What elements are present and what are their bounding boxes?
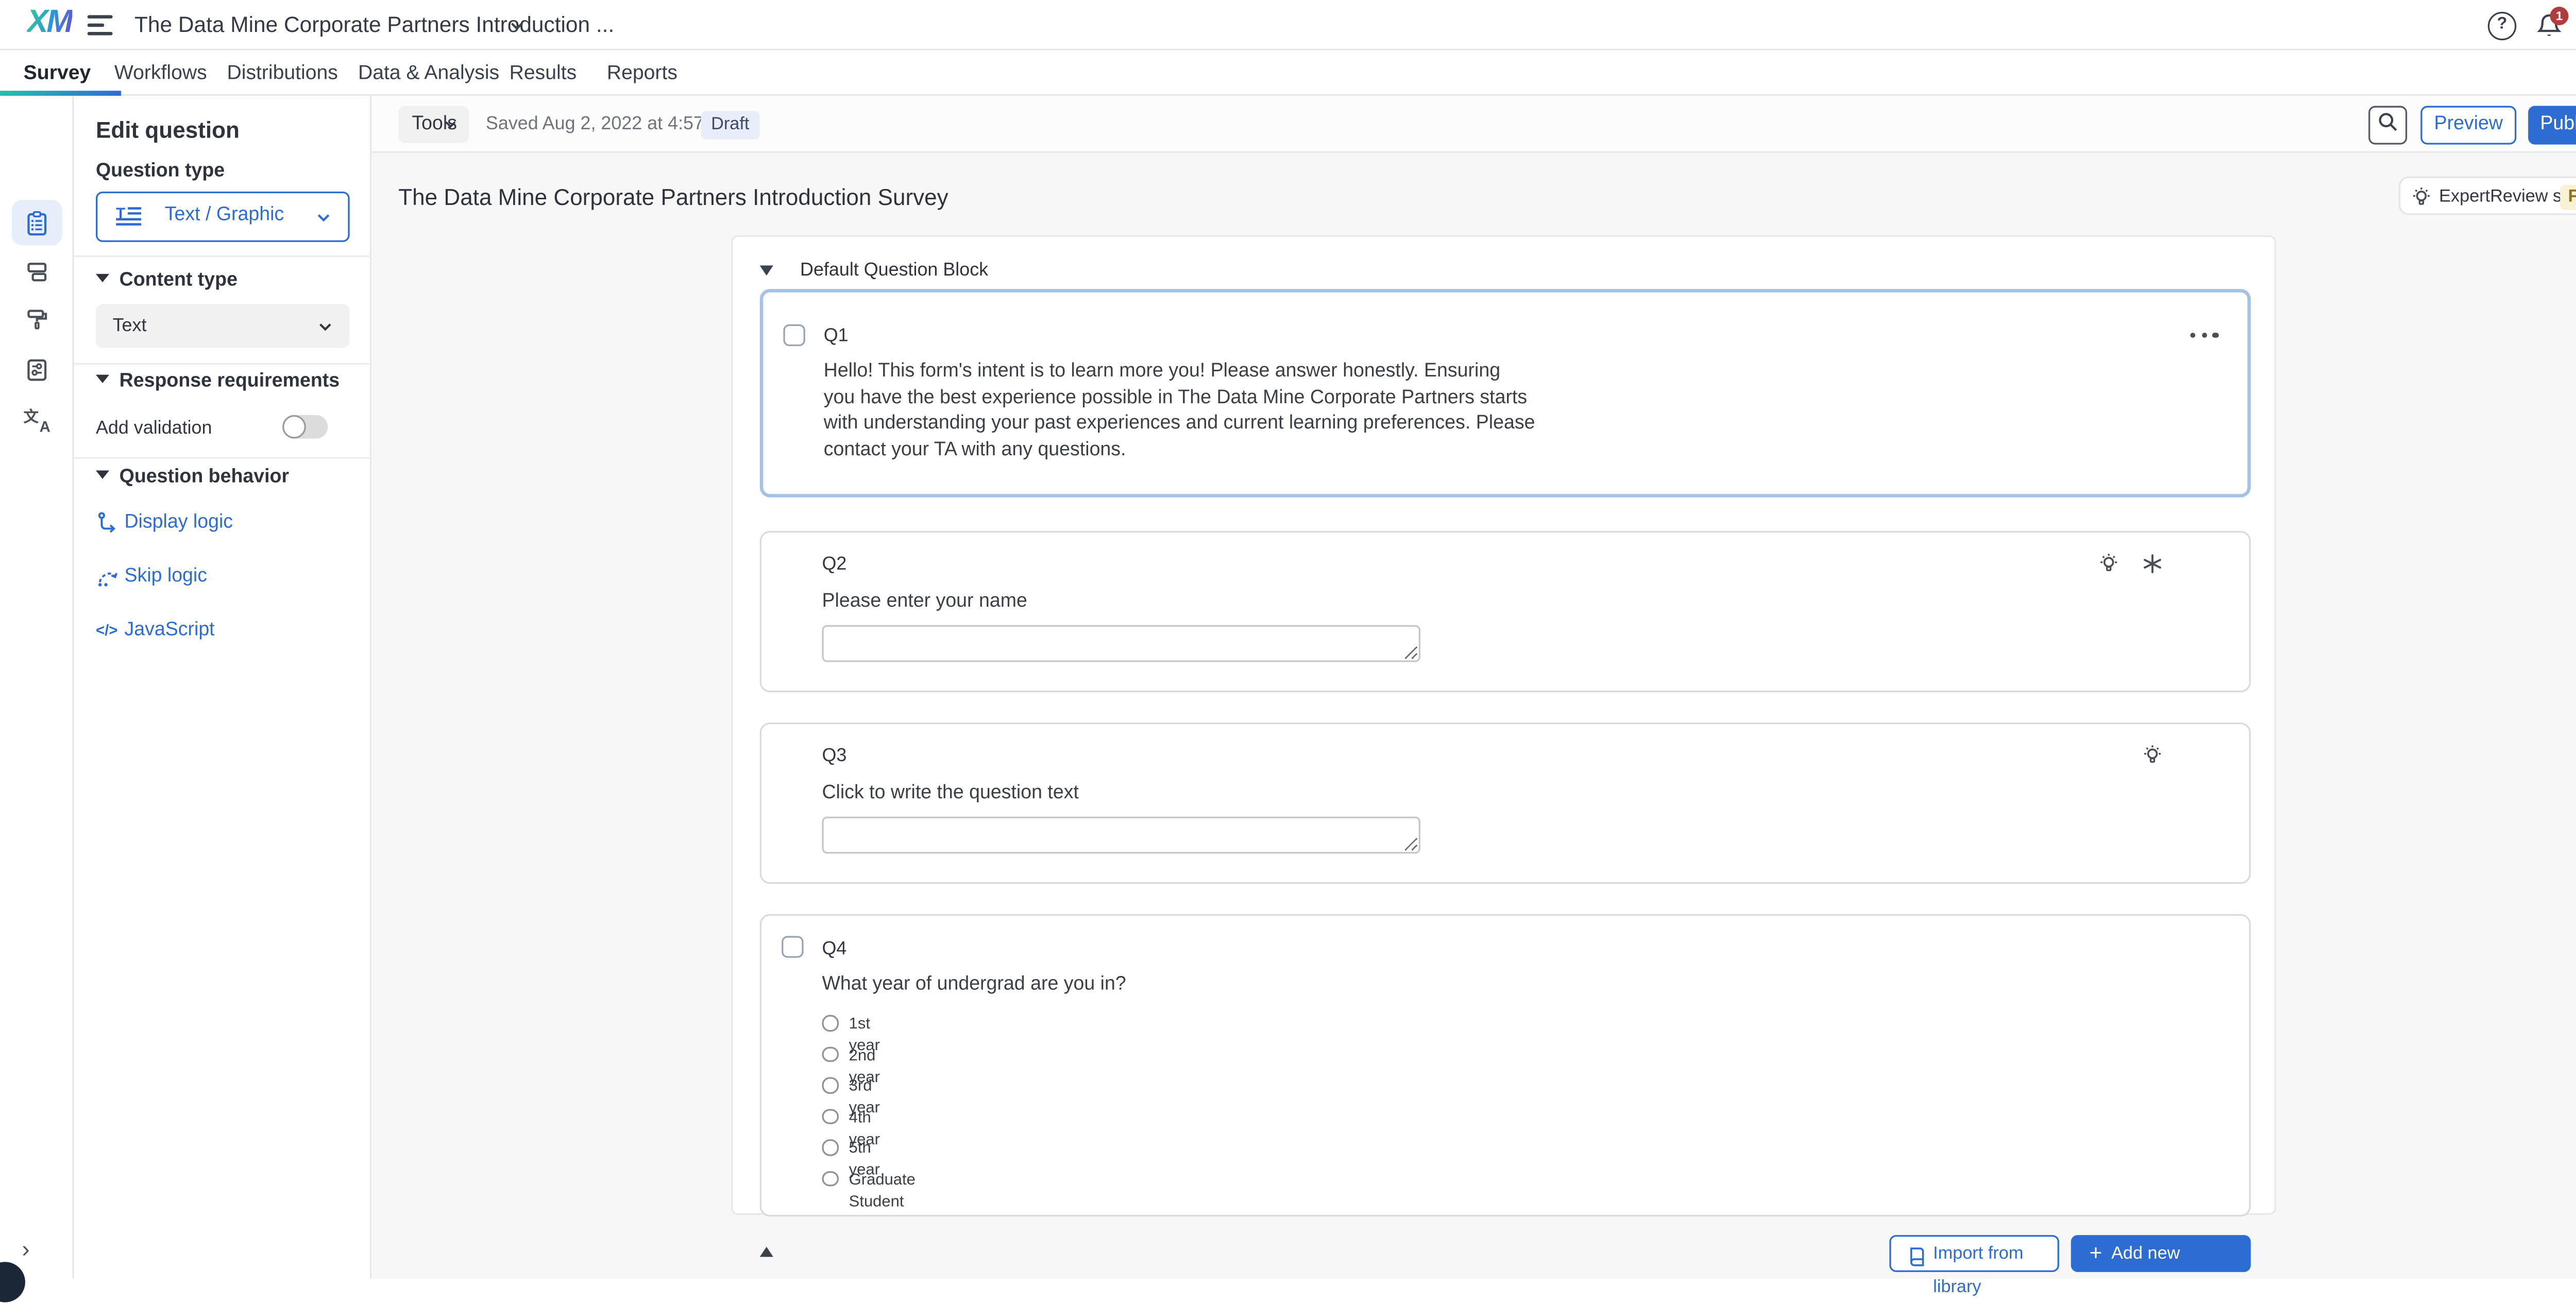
javascript-link[interactable]: </> JavaScript xyxy=(96,619,365,642)
add-new-question-button[interactable]: + Add new question xyxy=(2071,1235,2251,1272)
add-validation-label: Add validation xyxy=(96,418,212,438)
question-type-value: Text / Graphic xyxy=(165,193,284,238)
primary-nav-tabs: Survey Workflows Distributions Data & An… xyxy=(0,50,2576,96)
question-id: Q1 xyxy=(824,326,849,346)
expert-review-label: ExpertReview score xyxy=(2439,178,2576,217)
question-text[interactable]: Click to write the question text xyxy=(822,781,1078,808)
survey-options-icon xyxy=(24,355,50,382)
question-id: Q4 xyxy=(822,939,846,959)
content-type-section-header[interactable]: Content type xyxy=(96,270,238,290)
question-menu-ellipsis-icon[interactable] xyxy=(2190,333,2218,338)
block-title[interactable]: Default Question Block xyxy=(800,261,988,281)
response-requirements-section-header[interactable]: Response requirements xyxy=(96,371,340,391)
next-block-caret-icon[interactable] xyxy=(760,1247,773,1257)
translate-icon: 文 A xyxy=(24,406,50,433)
display-logic-link[interactable]: Display logic xyxy=(96,511,365,535)
xm-logo[interactable]: XM xyxy=(27,5,71,42)
tab-results[interactable]: Results xyxy=(510,50,577,96)
chevron-down-icon[interactable] xyxy=(510,19,524,33)
status-badge: Draft xyxy=(701,111,759,139)
rail-translations-button[interactable]: 文 A xyxy=(12,397,62,442)
tools-dropdown[interactable]: Tools xyxy=(398,106,469,143)
question-id: Q2 xyxy=(822,555,846,575)
question-card-q4[interactable]: Q4 What year of undergrad are you in? 1s… xyxy=(760,914,2251,1216)
chevron-down-icon xyxy=(318,319,333,334)
question-block: Default Question Block Q1 Hello! This fo… xyxy=(731,235,2276,1215)
lightbulb-icon xyxy=(2411,186,2432,208)
content-type-dropdown[interactable]: Text xyxy=(96,304,350,348)
survey-flow-icon xyxy=(24,258,50,285)
rail-survey-options-button[interactable] xyxy=(12,346,62,391)
paint-roller-icon xyxy=(24,305,50,332)
qualtrics-survey-editor: XM The Data Mine Corporate Partners Intr… xyxy=(0,0,2576,1279)
question-card-q2[interactable]: Q2 Please enter your name xyxy=(760,531,2251,692)
plus-icon: + xyxy=(2090,1237,2103,1270)
tab-reports[interactable]: Reports xyxy=(607,50,677,96)
block-collapse-caret-icon[interactable] xyxy=(760,266,773,276)
question-type-dropdown[interactable]: T Text / Graphic xyxy=(96,192,350,242)
last-saved-status: Saved Aug 2, 2022 at 4:57 PM xyxy=(486,96,737,153)
lightbulb-icon[interactable] xyxy=(2098,553,2120,574)
survey-canvas-area: Tools Saved Aug 2, 2022 at 4:57 PM Draft… xyxy=(371,96,2576,1279)
hamburger-menu-icon[interactable] xyxy=(88,15,113,35)
javascript-icon: </> xyxy=(96,619,120,642)
radio-button[interactable] xyxy=(822,1170,838,1186)
panel-title: Edit question xyxy=(96,117,240,143)
tab-survey[interactable]: Survey xyxy=(24,50,91,96)
top-bar: XM The Data Mine Corporate Partners Intr… xyxy=(0,0,2576,50)
question-checkbox[interactable] xyxy=(783,324,805,346)
tab-data-analysis[interactable]: Data & Analysis xyxy=(358,50,499,96)
radio-button[interactable] xyxy=(822,1046,838,1062)
survey-name-breadcrumb[interactable]: The Data Mine Corporate Partners Introdu… xyxy=(134,0,614,50)
answer-textarea[interactable] xyxy=(822,625,1420,662)
question-text[interactable]: Please enter your name xyxy=(822,590,1027,616)
publish-button[interactable]: Publish xyxy=(2528,106,2576,145)
expand-rail-chevron-icon[interactable]: › xyxy=(22,1235,29,1262)
tab-distributions[interactable]: Distributions xyxy=(227,50,337,96)
editor-toolbar: Tools Saved Aug 2, 2022 at 4:57 PM Draft… xyxy=(371,96,2576,153)
lightbulb-icon[interactable] xyxy=(2142,744,2163,766)
expert-review-pill[interactable]: ExpertReview score Fair xyxy=(2399,177,2576,215)
left-icon-rail: 文 A › xyxy=(0,96,74,1279)
add-validation-toggle[interactable] xyxy=(282,415,328,439)
survey-builder-icon xyxy=(24,209,50,236)
survey-title[interactable]: The Data Mine Corporate Partners Introdu… xyxy=(398,185,948,210)
skip-logic-icon xyxy=(96,564,120,588)
answer-textarea[interactable] xyxy=(822,817,1420,854)
question-type-label: Question type xyxy=(96,161,225,181)
skip-logic-link[interactable]: Skip logic xyxy=(96,564,365,588)
book-icon xyxy=(1906,1244,1926,1264)
help-icon[interactable]: ? xyxy=(2488,12,2516,40)
rail-survey-builder-button[interactable] xyxy=(12,200,62,245)
question-card-q1[interactable]: Q1 Hello! This form's intent is to learn… xyxy=(760,289,2251,497)
edit-question-panel: Edit question Question type T Text / Gra… xyxy=(74,96,371,1279)
rail-look-and-feel-button[interactable] xyxy=(12,296,62,341)
question-id: Q3 xyxy=(822,746,846,766)
rail-survey-flow-button[interactable] xyxy=(12,249,62,294)
search-button[interactable] xyxy=(2368,106,2407,145)
question-checkbox[interactable] xyxy=(782,936,803,957)
radio-button[interactable] xyxy=(822,1077,838,1093)
asterisk-icon[interactable] xyxy=(2142,553,2163,574)
radio-button[interactable] xyxy=(822,1108,838,1124)
tab-workflows[interactable]: Workflows xyxy=(114,50,207,96)
radio-button[interactable] xyxy=(822,1139,838,1155)
question-text[interactable]: What year of undergrad are you in? xyxy=(822,973,1126,999)
expert-review-score-badge: Fair xyxy=(2560,185,2576,210)
chevron-down-icon xyxy=(316,210,331,225)
question-behavior-section-header[interactable]: Question behavior xyxy=(96,467,289,487)
import-from-library-button[interactable]: Import from library xyxy=(1889,1235,2059,1272)
question-card-q3[interactable]: Q3 Click to write the question text xyxy=(760,723,2251,884)
text-graphic-icon: T xyxy=(116,205,143,235)
search-icon xyxy=(2377,110,2398,141)
chevron-down-icon xyxy=(444,117,459,132)
question-text[interactable]: Hello! This form's intent is to learn mo… xyxy=(824,359,1536,464)
active-tab-underline xyxy=(0,91,121,96)
radio-button[interactable] xyxy=(822,1015,838,1031)
preview-button[interactable]: Preview xyxy=(2420,106,2516,145)
display-logic-icon xyxy=(96,511,120,535)
notification-badge: 1 xyxy=(2550,7,2569,25)
